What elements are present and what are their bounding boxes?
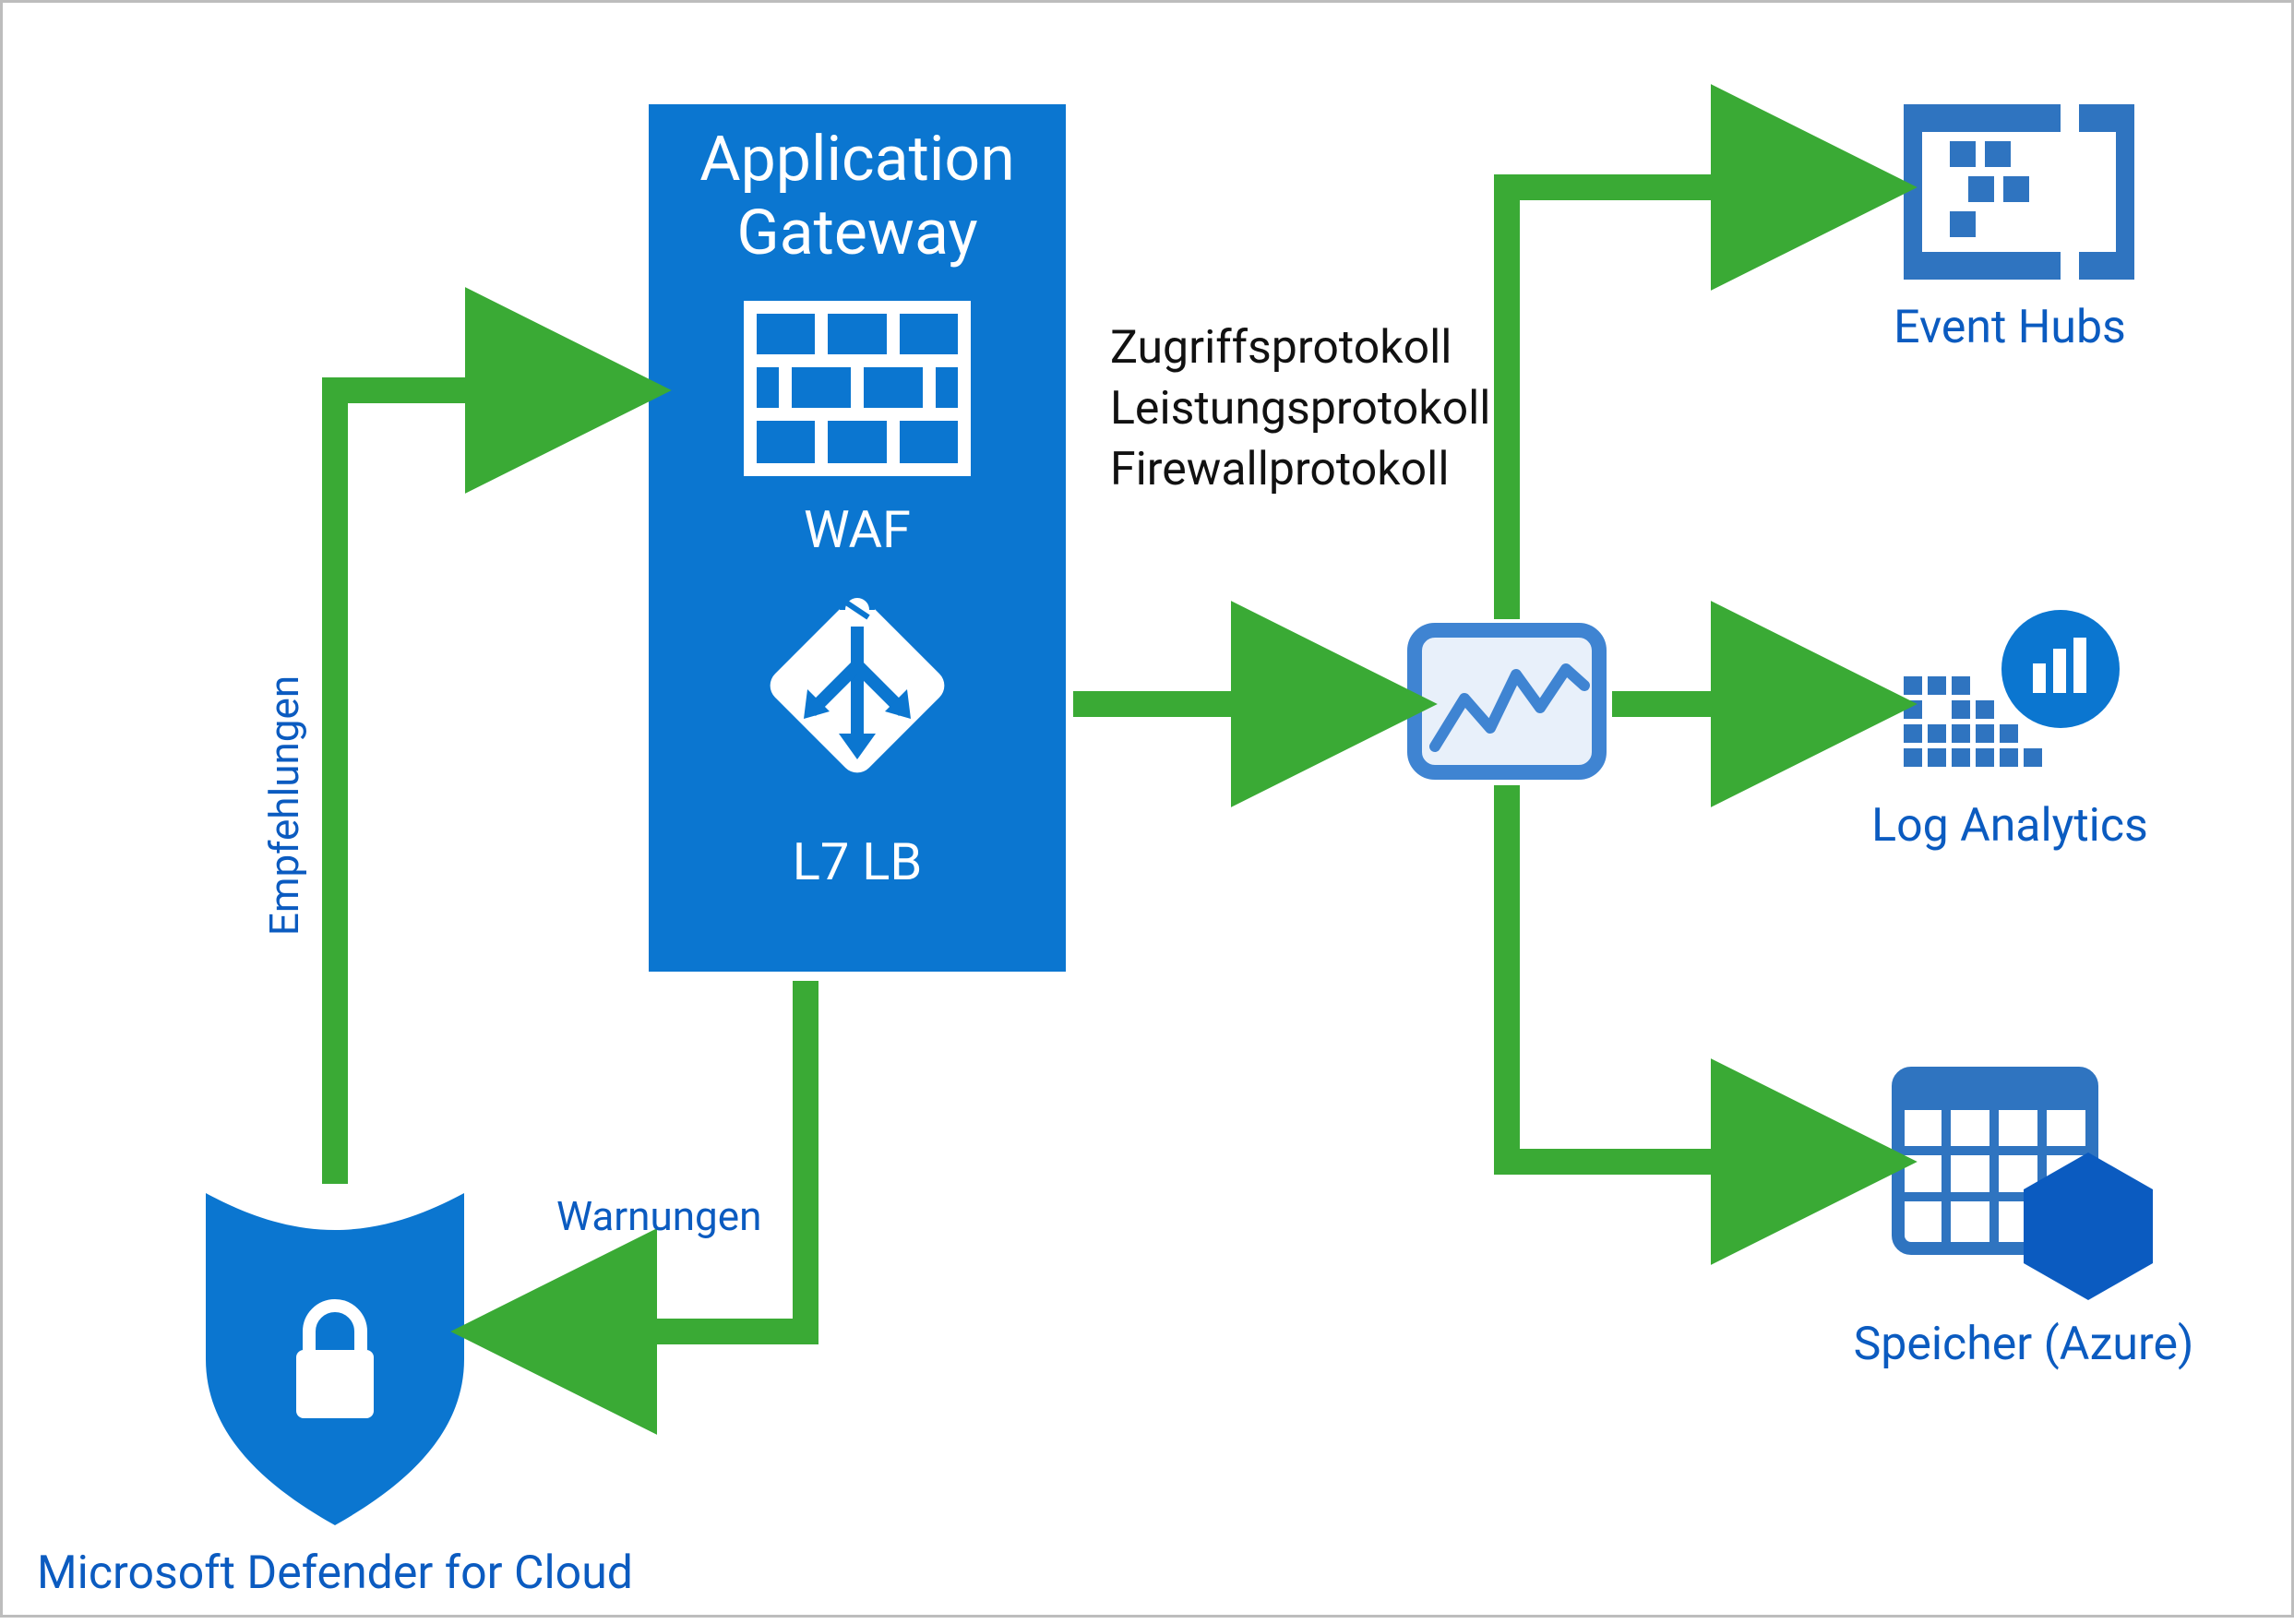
- storage-icon: [1898, 1073, 2153, 1300]
- shield-icon: [206, 1193, 464, 1525]
- event-hubs-node: Event Hubs: [1894, 104, 2134, 354]
- l7lb-label: L7 LB: [793, 831, 923, 892]
- log-analytics-node: Log Analytics: [1871, 610, 2148, 853]
- log-analytics-icon: [1904, 610, 2120, 767]
- defender-node: Microsoft Defender for Cloud: [37, 1193, 633, 1600]
- alerts-label: Warnungen: [556, 1192, 761, 1240]
- event-hubs-label: Event Hubs: [1894, 301, 2126, 354]
- waf-label: WAF: [804, 499, 911, 560]
- defender-label: Microsoft Defender for Cloud: [37, 1546, 633, 1600]
- log-analytics-label: Log Analytics: [1871, 799, 2148, 853]
- arrow-alerts: [492, 981, 806, 1331]
- storage-label: Speicher (Azure): [1854, 1318, 2194, 1371]
- arrow-recommendations: [335, 390, 630, 1184]
- recommendations-label: Empfehlungen: [260, 675, 308, 936]
- app-gateway-title-2: Gateway: [736, 196, 977, 269]
- logs-line1: Zugriffsprotokoll: [1110, 321, 1452, 375]
- logs-line2: Leistungsprotokoll: [1110, 382, 1490, 436]
- arrow-to-eventhubs: [1507, 187, 1876, 619]
- app-gateway-title-1: Application: [699, 122, 1015, 196]
- event-hubs-icon: [1904, 104, 2134, 280]
- diagram-frame: Application Gateway WAF: [0, 0, 2294, 1618]
- metrics-icon: [1415, 630, 1599, 772]
- application-gateway-node: Application Gateway WAF: [649, 104, 1066, 972]
- arrow-to-storage: [1507, 785, 1876, 1162]
- storage-node: Speicher (Azure): [1854, 1073, 2194, 1371]
- logs-line3: Firewallprotokoll: [1110, 443, 1449, 496]
